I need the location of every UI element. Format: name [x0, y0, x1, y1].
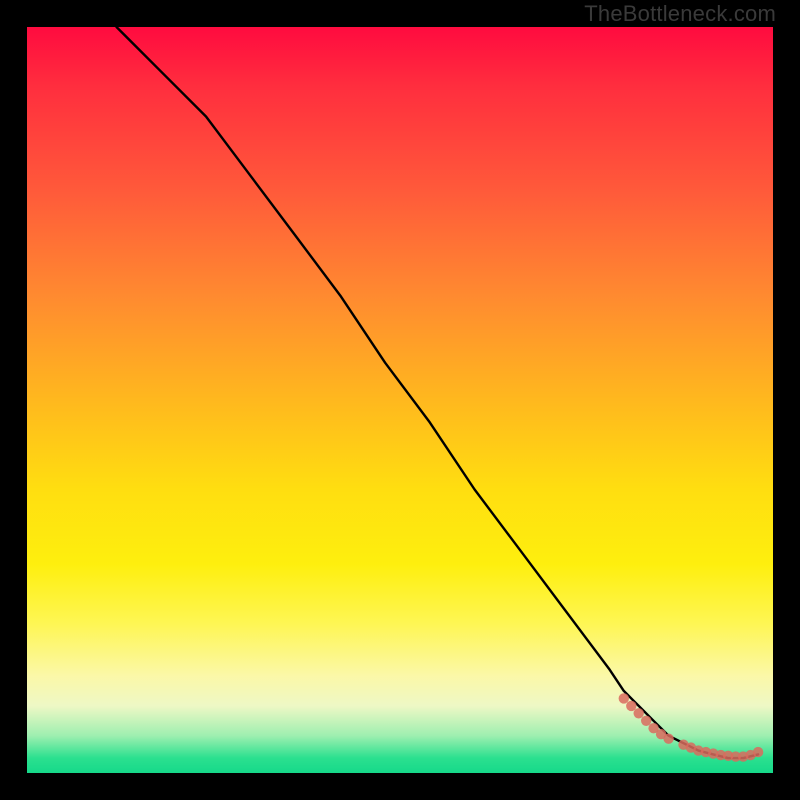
scatter-dots	[619, 693, 764, 762]
scatter-dot	[634, 708, 644, 718]
chart-svg	[27, 27, 773, 773]
scatter-dot	[619, 693, 629, 703]
scatter-dot	[641, 716, 651, 726]
bottleneck-curve-path	[117, 27, 759, 758]
plot-area	[27, 27, 773, 773]
scatter-dot	[626, 701, 636, 711]
chart-stage: TheBottleneck.com	[0, 0, 800, 800]
scatter-dot	[663, 734, 673, 744]
scatter-dot	[753, 747, 763, 757]
watermark-text: TheBottleneck.com	[584, 1, 776, 27]
